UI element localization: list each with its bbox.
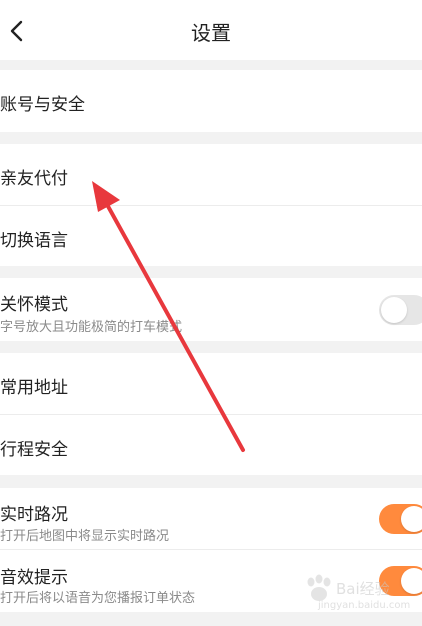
watermark-text: Bai经验 bbox=[336, 580, 390, 598]
item-label: 常用地址 bbox=[0, 378, 68, 398]
top-bar: 设置 bbox=[0, 0, 422, 60]
item-label: 音效提示 bbox=[0, 568, 68, 588]
watermark-url: jingyan.baidu.com bbox=[318, 600, 411, 611]
item-label: 亲友代付 bbox=[0, 169, 68, 189]
realtime-traffic-toggle[interactable] bbox=[379, 504, 422, 534]
settings-item-switch-language[interactable]: 切换语言 bbox=[0, 206, 422, 266]
settings-item-trip-safety[interactable]: 行程安全 bbox=[0, 415, 422, 475]
item-description: 字号放大且功能极简的打车模式 bbox=[0, 320, 183, 335]
settings-item-care-mode: 关怀模式 字号放大且功能极简的打车模式 bbox=[0, 278, 422, 341]
watermark-logo: Bai经验 jingyan.baidu.com bbox=[300, 572, 418, 620]
settings-item-account-security[interactable]: 账号与安全 bbox=[0, 70, 422, 132]
toggle-knob bbox=[401, 506, 422, 532]
item-description: 打开后地图中将显示实时路况 bbox=[0, 529, 170, 544]
page-title: 设置 bbox=[191, 21, 231, 45]
item-label: 关怀模式 bbox=[0, 295, 68, 315]
settings-item-family-pay[interactable]: 亲友代付 bbox=[0, 144, 422, 206]
settings-item-realtime-traffic: 实时路况 打开后地图中将显示实时路况 bbox=[0, 488, 422, 550]
item-label: 行程安全 bbox=[0, 440, 68, 460]
toggle-knob bbox=[381, 297, 407, 323]
settings-item-common-address[interactable]: 常用地址 bbox=[0, 353, 422, 415]
item-label: 账号与安全 bbox=[0, 95, 85, 115]
care-mode-toggle[interactable] bbox=[379, 295, 422, 325]
item-label: 切换语言 bbox=[0, 231, 68, 251]
item-description: 打开后将以语音为您播报订单状态 bbox=[0, 591, 196, 606]
item-label: 实时路况 bbox=[0, 505, 68, 525]
